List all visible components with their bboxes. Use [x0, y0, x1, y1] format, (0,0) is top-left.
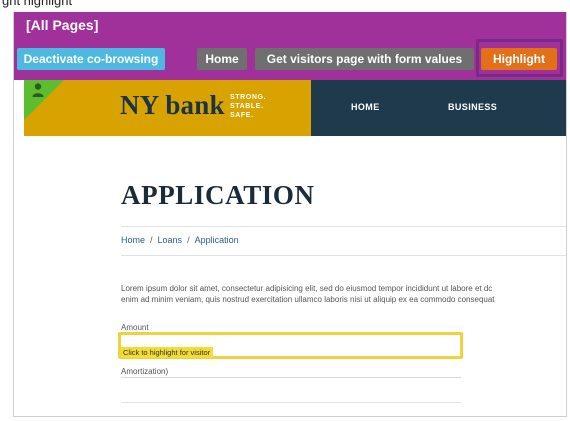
breadcrumb-separator: / [150, 235, 153, 245]
amortization-label: Amortization) [121, 367, 169, 376]
browser-frame: [All Pages] Deactivate co-browsing Home … [13, 12, 567, 417]
cobrowse-title: [All Pages] [26, 17, 99, 33]
site-nav: HOME BUSINESS [311, 80, 566, 136]
amount-highlight-hint[interactable]: Click to highlight for visitor [121, 347, 214, 358]
screenshot-root: ght highlight [All Pages] Deactivate co-… [0, 0, 570, 421]
page-title: APPLICATION [121, 180, 315, 210]
user-icon[interactable] [31, 82, 45, 98]
breadcrumb-home[interactable]: Home [121, 235, 145, 245]
amount-label: Amount [121, 323, 149, 332]
top-sliver-text: ght highlight [2, 0, 73, 8]
site-logo[interactable]: NY bank [120, 90, 225, 121]
field-underline [121, 377, 461, 378]
get-visitors-page-button[interactable]: Get visitors page with form values [255, 48, 474, 70]
intro-text: Lorem ipsum dolor sit amet, consectetur … [121, 283, 566, 305]
site-tagline: STRONG. STABLE. SAFE. [230, 93, 266, 120]
top-sliver: ght highlight [0, 0, 570, 12]
cobrowse-toolbar: [All Pages] Deactivate co-browsing Home … [14, 12, 566, 80]
intro-text-line: Lorem ipsum dolor sit amet, consectetur … [121, 284, 493, 293]
site-header: NY bank STRONG. STABLE. SAFE. HOME BUSIN… [24, 80, 566, 136]
breadcrumb: Home / Loans / Application [121, 235, 239, 245]
intro-text-line: enim ad minim veniam, quis nostrud exerc… [121, 295, 495, 304]
home-button[interactable]: Home [197, 48, 247, 70]
tagline-line: STRONG. [230, 94, 267, 101]
breadcrumb-loans[interactable]: Loans [158, 235, 183, 245]
divider [121, 255, 566, 256]
nav-item-business[interactable]: BUSINESS [448, 102, 497, 112]
tagline-line: STABLE. [230, 103, 264, 110]
breadcrumb-application[interactable]: Application [195, 235, 239, 245]
tagline-line: SAFE. [230, 112, 254, 119]
breadcrumb-separator: / [187, 235, 190, 245]
highlight-button[interactable]: Highlight [481, 48, 557, 70]
nav-item-home[interactable]: HOME [351, 102, 380, 112]
amortization-input[interactable] [121, 402, 461, 403]
deactivate-cobrowsing-button[interactable]: Deactivate co-browsing [17, 48, 165, 70]
divider [121, 226, 566, 227]
